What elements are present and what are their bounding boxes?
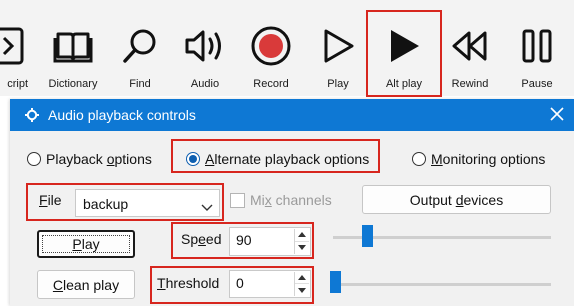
radio-label: Monitoring options [431,151,546,167]
spin-down-icon[interactable] [295,284,309,296]
spinner-arrows [294,229,309,254]
toolbar-label: Alt play [385,78,423,90]
output-devices-button[interactable]: Output devices [362,185,551,214]
toolbar-find-button[interactable]: Find [118,0,162,96]
output-devices-label: Output devices [409,191,504,208]
radio-label: Alternate playback options [205,151,370,167]
file-select[interactable]: backup [75,189,220,217]
toolbar-label: Audio [190,78,220,90]
toolbar-label: Dictionary [48,78,98,90]
threshold-value: 0 [236,275,244,291]
speed-label: Speed [181,231,222,247]
radio-indicator-selected [186,152,200,166]
toolbar-play-button[interactable]: Play [318,0,358,96]
toolbar-script-button[interactable]: cript [0,0,30,96]
threshold-spinner[interactable]: 0 [229,270,311,298]
clean-play-button[interactable]: Clean play [37,270,135,299]
script-icon [0,24,30,68]
threshold-label: Threshold [157,275,220,291]
speaker-icon [180,24,230,68]
close-icon[interactable] [544,101,570,127]
spinner-arrows [294,272,309,296]
toolbar-dictionary-button[interactable]: Dictionary [44,0,102,96]
toolbar-label: Pause [521,78,553,90]
toolbar-label: Record [253,78,289,90]
radio-monitoring-options[interactable]: Monitoring options [412,150,545,168]
magnifier-icon [118,24,162,68]
radio-playback-options[interactable]: Playback options [27,150,152,168]
toolbar-pause-button[interactable]: Pause [514,0,560,96]
pause-icon [514,24,560,68]
mix-channels-checkbox[interactable]: Mix channels [230,190,332,210]
toolbar-rewind-button[interactable]: Rewind [448,0,492,96]
toolbar-label: Play [327,78,349,90]
file-select-value: backup [83,196,129,212]
threshold-slider-track[interactable] [330,283,551,286]
book-icon [44,24,102,68]
record-icon [248,24,294,68]
radio-label: Playback options [46,151,152,167]
radio-alternate-playback-options[interactable]: Alternate playback options [186,150,369,168]
radio-indicator [27,152,41,166]
spin-down-icon[interactable] [295,242,309,255]
clean-play-label: Clean play [52,276,120,293]
threshold-slider-thumb[interactable] [330,271,341,293]
mix-channels-label: Mix channels [250,192,332,208]
rewind-icon [448,24,492,68]
play-outline-icon [318,24,358,68]
play-button[interactable]: Play [37,230,135,258]
play-filled-icon [368,24,440,68]
toolbar: cript Dictionary Find Audio Record Play [0,0,574,96]
toolbar-label: Rewind [451,78,489,90]
toolbar-label: cript [7,78,28,90]
radio-indicator [412,152,426,166]
toolbar-audio-button[interactable]: Audio [180,0,230,96]
toolbar-record-button[interactable]: Record [248,0,294,96]
checkbox-box [230,192,245,208]
file-label: File [39,192,62,208]
spin-up-icon[interactable] [295,229,309,242]
toolbar-label: Find [129,78,151,90]
speed-spinner[interactable]: 90 [229,227,311,256]
speed-value: 90 [236,232,252,248]
toolbar-alt-play-button[interactable]: Alt play [368,0,440,96]
dialog-titlebar[interactable]: Audio playback controls [10,99,574,131]
dialog-title: Audio playback controls [48,107,196,123]
gear-icon [25,108,39,122]
play-button-label: Play [72,236,100,252]
speed-slider-thumb[interactable] [362,225,373,247]
chevron-down-icon [201,199,213,211]
spin-up-icon[interactable] [295,272,309,284]
